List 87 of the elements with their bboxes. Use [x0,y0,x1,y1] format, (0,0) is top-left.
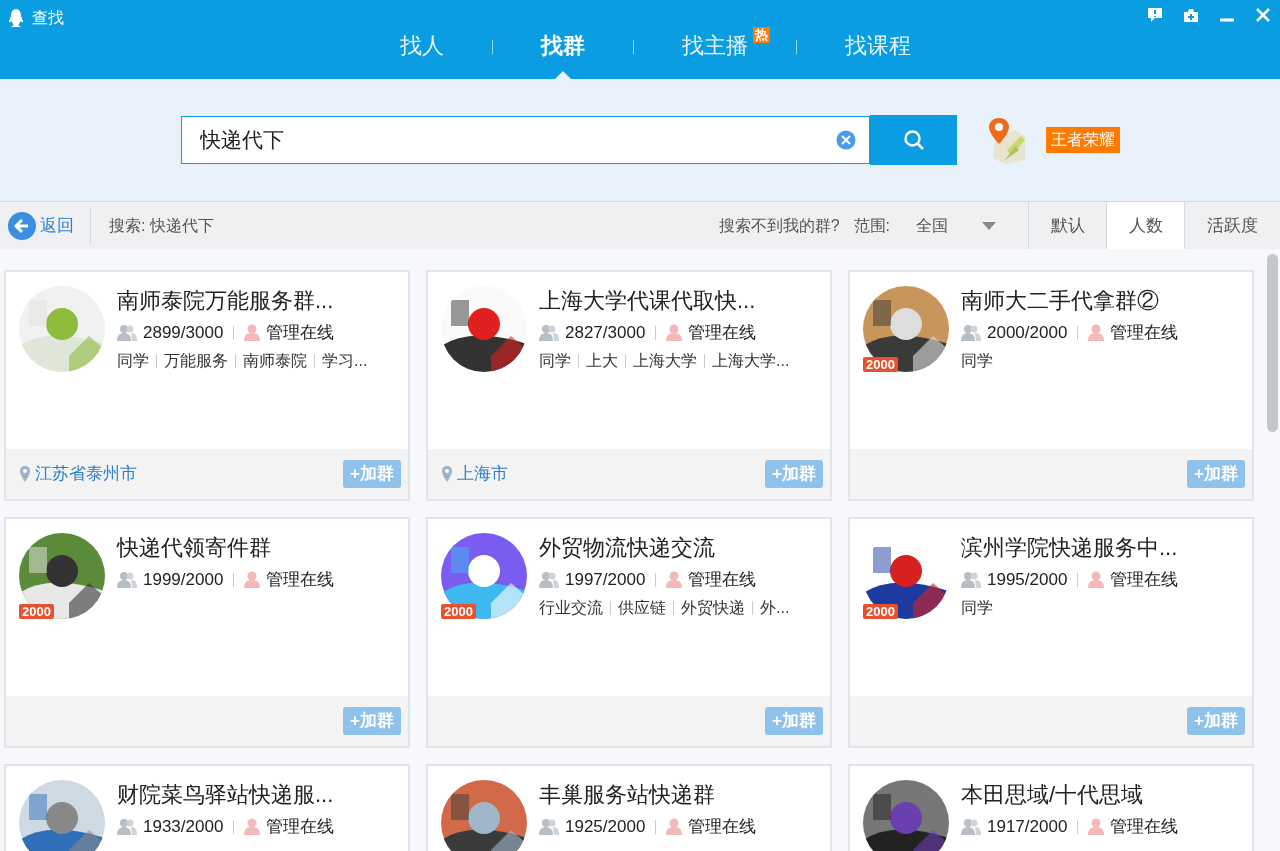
scrollbar-thumb[interactable] [1267,254,1278,432]
member-count: 1999/2000 [143,569,224,591]
location-link[interactable]: 江苏省泰州市 [35,461,137,487]
group-tag: 行业交流 [539,595,603,620]
group-name[interactable]: 本田思域/十代思域 [961,781,1179,809]
location-tag: 王者荣耀 [1046,127,1120,153]
admin-status: 管理在线 [688,816,757,838]
member-count: 2899/3000 [143,322,224,344]
member-badge: 2000 [863,357,898,372]
caret-icon [982,221,996,230]
location-icon [20,466,30,482]
location-icon [442,466,452,482]
group-tag: 南师泰院 [243,348,307,373]
group-name[interactable]: 南师大二手代拿群② [961,287,1179,315]
members-icon [117,324,137,342]
admin-icon [666,818,683,836]
admin-icon [244,818,261,836]
member-count: 1933/2000 [143,816,224,838]
group-name[interactable]: 南师泰院万能服务群... [117,287,368,315]
admin-status: 管理在线 [688,569,757,591]
group-tag: 供应链 [618,595,666,620]
admin-status: 管理在线 [1110,569,1179,591]
admin-status: 管理在线 [1110,816,1179,838]
search-button[interactable] [870,115,957,165]
group-name[interactable]: 滨州学院快递服务中... [961,534,1179,562]
member-count: 1917/2000 [987,816,1068,838]
group-tag: 上海大学 [633,348,697,373]
member-badge: 2000 [441,604,476,619]
member-count: 2000/2000 [987,322,1068,344]
members-icon [117,571,137,589]
group-name[interactable]: 快递代领寄件群 [117,534,335,562]
group-name[interactable]: 上海大学代课代取快... [539,287,790,315]
admin-icon [666,571,683,589]
search-query: 搜索: 快递代下 [109,215,214,236]
member-count: 1995/2000 [987,569,1068,591]
close-icon[interactable] [1254,6,1272,24]
location-link[interactable]: 上海市 [457,461,508,487]
members-icon [539,571,559,589]
member-count: 1925/2000 [565,816,646,838]
window-title: 查找 [32,8,64,28]
member-count: 1997/2000 [565,569,646,591]
group-tag: 上海大学... [712,348,790,373]
admin-icon [244,571,261,589]
group-tag: 同学 [961,348,993,373]
group-name[interactable]: 财院菜鸟驿站快递服... [117,781,335,809]
group-tag: 外... [760,595,790,620]
member-count: 2827/3000 [565,322,646,344]
group-tag: 同学 [961,595,993,620]
hot-badge: 热 [752,27,770,43]
admin-icon [1088,818,1105,836]
members-icon [539,324,559,342]
admin-status: 管理在线 [688,322,757,344]
admin-status: 管理在线 [266,569,335,591]
admin-icon [666,324,683,342]
member-badge: 2000 [19,604,54,619]
group-tag: 外贸快递 [681,595,745,620]
search-icon [902,129,925,151]
admin-icon [1088,324,1105,342]
sort-tab[interactable]: 活跃度 [1184,202,1280,249]
sort-tab[interactable]: 人数 [1106,202,1184,249]
group-tag: 学习... [322,348,368,373]
member-badge: 2000 [863,604,898,619]
admin-icon [1088,571,1105,589]
members-icon [961,571,981,589]
members-icon [117,818,137,836]
group-tag: 同学 [539,348,571,373]
feedback-icon[interactable] [1146,6,1164,24]
range-label: 范围: [853,215,890,236]
search-hint-link[interactable]: 搜索不到我的群? [718,213,840,238]
group-tag: 上大 [586,348,618,373]
camera-plus-icon[interactable] [1182,6,1200,24]
members-icon [961,818,981,836]
clear-icon[interactable] [836,130,856,150]
group-name[interactable]: 外贸物流快递交流 [539,534,790,562]
search-field[interactable]: 快递代下 [181,116,870,164]
admin-status: 管理在线 [266,322,335,344]
admin-icon [244,324,261,342]
range-dropdown[interactable]: 全国 [910,212,1002,239]
admin-status: 管理在线 [266,816,335,838]
members-icon [961,324,981,342]
penguin-icon [8,8,24,28]
group-tag: 万能服务 [164,348,228,373]
members-icon [539,818,559,836]
group-tag: 同学 [117,348,149,373]
admin-status: 管理在线 [1110,322,1179,344]
back-button[interactable]: 返回 [0,207,91,244]
group-name[interactable]: 丰巢服务站快递群 [539,781,757,809]
